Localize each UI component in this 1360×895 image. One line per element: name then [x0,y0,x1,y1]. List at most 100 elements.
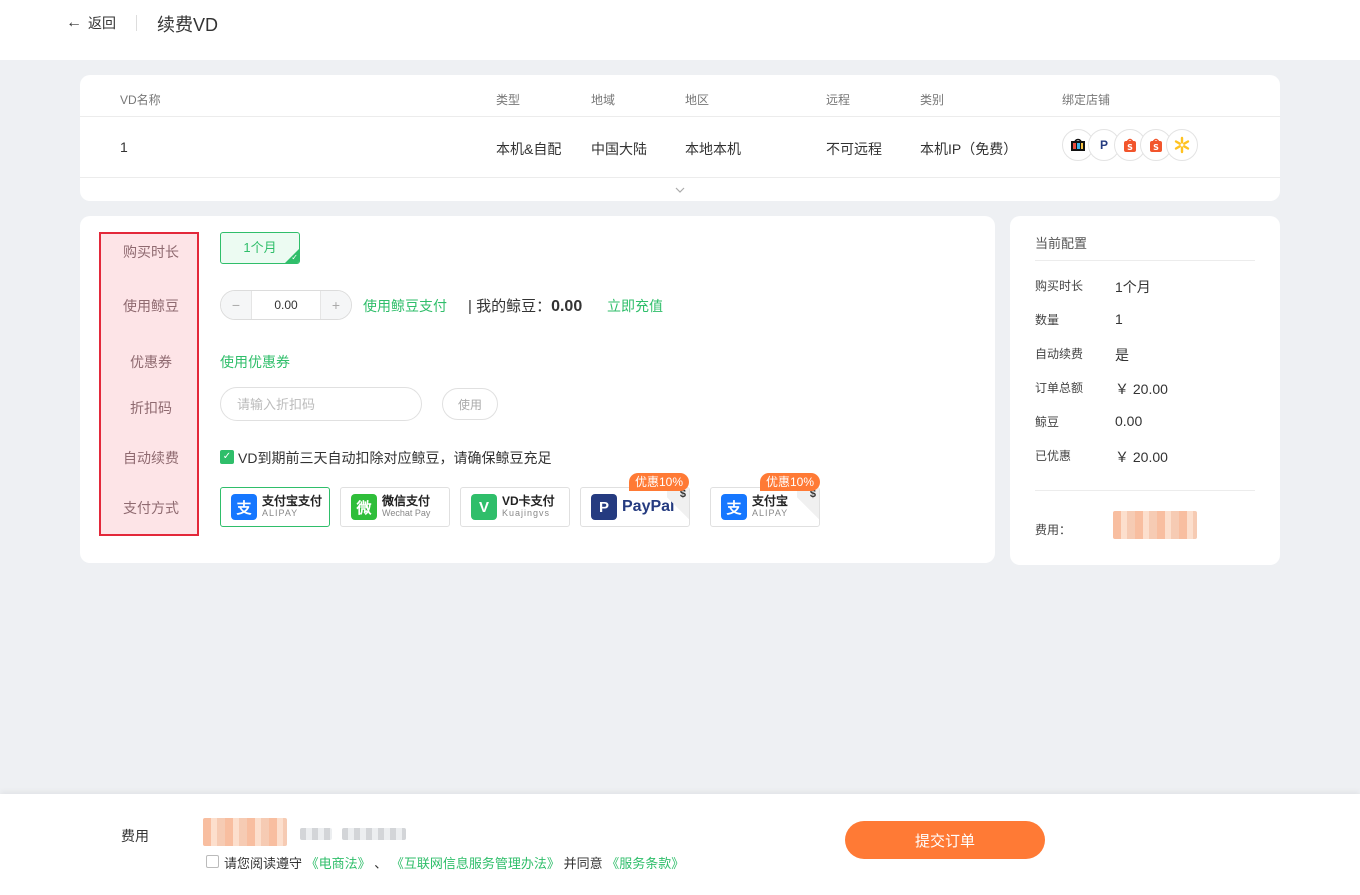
payment-name: VD卡支付 [502,494,555,509]
separator: 、 [374,856,388,871]
recharge-link[interactable]: 立即充值 [607,296,663,316]
use-coupon-link[interactable]: 使用优惠券 [220,352,290,372]
use-beans-pay-link[interactable]: 使用鲸豆支付 [363,296,447,316]
payment-sub: ALIPAY [752,507,789,518]
summary-key: 自动续费 [1035,347,1084,361]
summary-value: 是 [1115,347,1129,363]
payment-alipay[interactable]: 支 支付宝支付 ALIPAY [220,487,330,527]
beans-stepper: − 0.00 + [220,290,352,320]
summary-card: 当前配置 购买时长 1个月 数量 1 自动续费 是 订单总额 ￥ 20.00 鲸… [1010,216,1280,565]
duration-option-label: 1个月 [243,240,277,255]
alipay-icon: 支 [231,494,257,520]
payment-alipay-usd[interactable]: 支 支付宝 ALIPAY $ [710,487,820,528]
page-title: 续费VD [157,15,219,35]
apply-discount-button[interactable]: 使用 [442,388,498,420]
payment-paypal[interactable]: P PayPal $ [580,487,690,528]
walmart-icon [1166,129,1198,161]
discount-code-input[interactable] [220,387,422,421]
label-coupon: 优惠券 [130,354,172,370]
table-row: 1 本机&自配 中国大陆 本地本机 不可远程 本机IP（免费） P S S [80,117,1280,178]
my-beans-value: 0.00 [551,298,583,315]
cell-remote: 不可远程 [826,141,882,157]
cell-region: 中国大陆 [591,141,647,157]
cell-vd-name: 1 [120,139,128,155]
label-column: 购买时长 使用鲸豆 优惠券 折扣码 自动续费 支付方式 [99,232,199,536]
summary-key: 已优惠 [1035,449,1072,463]
table-header: VD名称 类型 地域 地区 远程 类别 绑定店铺 [80,75,1280,117]
my-beans: | 我的鲸豆：0.00 [468,295,582,316]
agree-prefix: 请您阅读遵守 [224,856,303,871]
column-type: 类型 [496,93,521,107]
summary-key: 鲸豆 [1035,415,1060,429]
cell-area: 本地本机 [685,141,741,157]
summary-key: 订单总额 [1035,381,1084,395]
vd-table-card: VD名称 类型 地域 地区 远程 类别 绑定店铺 1 本机&自配 中国大陆 本地… [80,75,1280,201]
footer-fee-label: 费用 [121,828,149,844]
column-remote: 远程 [826,93,851,107]
auto-renew-text: VD到期前三天自动扣除对应鲸豆，请确保鲸豆充足 [238,450,552,466]
summary-value: ￥ 20.00 [1115,381,1168,397]
plus-button[interactable]: + [321,291,351,319]
label-duration: 购买时长 [123,244,179,260]
bound-shops: P S S [1062,129,1198,161]
dollar-badge: $ [797,488,819,528]
alipay-icon: 支 [721,494,747,520]
summary-title: 当前配置 [1035,236,1088,251]
back-label: 返回 [88,15,116,31]
submit-order-button[interactable]: 提交订单 [845,821,1045,859]
divider [1035,260,1255,261]
payment-name: 支付宝 [752,494,789,509]
my-beans-label: | 我的鲸豆： [468,298,552,315]
dollar-badge: $ [667,488,689,528]
cell-category: 本机IP（免费） [920,141,1018,157]
payment-sub: ALIPAY [262,507,299,518]
column-bound-shops: 绑定店铺 [1062,93,1111,107]
blurred-detail [342,828,406,840]
agree-mid: 并同意 [563,856,603,871]
footer-bar: 费用 请您阅读遵守 《电商法》 、 《互联网信息服务管理办法》 并同意 《服务条… [0,794,1360,895]
minus-button[interactable]: − [221,291,251,319]
chevron-down-icon[interactable] [674,183,686,197]
arrow-left-icon: ← [66,14,82,31]
payment-sub: Kuajingvs [502,507,551,518]
summary-value: 1 [1115,311,1123,327]
check-icon: ✓ [291,253,298,262]
summary-value: ￥ 20.00 [1115,449,1168,465]
promo-badge: 优惠10% [760,473,821,491]
promo-badge: 优惠10% [629,473,690,491]
wechat-icon: 微 [351,494,377,520]
auto-renew-checkbox[interactable]: ✓ [220,450,234,464]
column-region: 地域 [591,93,616,107]
svg-text:S: S [1127,143,1133,152]
cell-type: 本机&自配 [496,141,562,157]
summary-value: 1个月 [1115,279,1151,295]
payment-name: 微信支付 [382,494,431,509]
column-vd-name: VD名称 [120,93,161,107]
divider [136,15,137,31]
blurred-fee-amount [203,818,287,846]
divider [1035,490,1255,491]
payment-vd-card[interactable]: V VD卡支付 Kuajingvs [460,487,570,527]
summary-value: 0.00 [1115,413,1143,429]
summary-key: 购买时长 [1035,279,1084,293]
column-area: 地区 [685,93,710,107]
order-form-card: 购买时长 使用鲸豆 优惠券 折扣码 自动续费 支付方式 1个月 ✓ − 0.00… [80,216,995,563]
terms-of-service-link[interactable]: 《服务条款》 [606,856,684,871]
blurred-fee-amount [1113,511,1197,539]
payment-sub: Wechat Pay [382,507,431,518]
agree-checkbox[interactable] [206,855,219,868]
payment-name: 支付宝支付 [262,494,323,509]
duration-option-1-month[interactable]: 1个月 ✓ [220,232,300,264]
payment-wechat[interactable]: 微 微信支付 Wechat Pay [340,487,450,527]
summary-fee-label: 费用： [1035,523,1072,537]
beans-amount-input[interactable]: 0.00 [251,291,321,319]
label-beans: 使用鲸豆 [123,298,179,314]
column-category: 类别 [920,93,945,107]
ecommerce-law-link[interactable]: 《电商法》 [306,856,371,871]
label-auto-renew: 自动续费 [123,450,179,466]
internet-service-law-link[interactable]: 《互联网信息服务管理办法》 [391,856,560,871]
label-discount-code: 折扣码 [130,400,172,416]
back-button[interactable]: ← 返回 [66,13,116,33]
top-bar: ← 返回 续费VD [0,0,1360,60]
summary-key: 数量 [1035,313,1060,327]
